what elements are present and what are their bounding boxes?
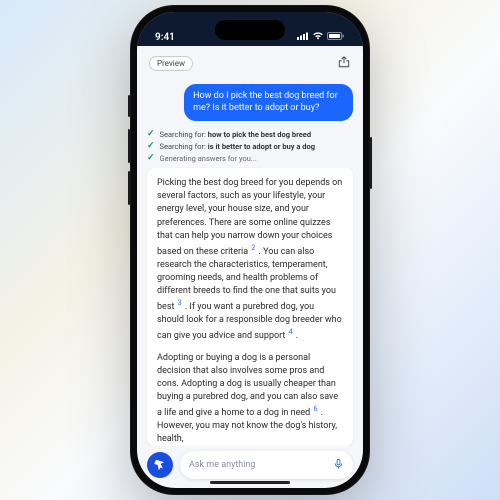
status-prefix: Searching for: xyxy=(160,130,206,139)
battery-icon xyxy=(327,32,345,43)
check-icon: ✓ xyxy=(147,154,155,163)
mic-icon[interactable] xyxy=(333,457,344,474)
citation[interactable]: 3 xyxy=(177,299,183,307)
citation[interactable]: 4 xyxy=(288,328,294,336)
answer-text: . xyxy=(296,331,298,341)
new-topic-button[interactable] xyxy=(147,452,173,478)
phone-frame: 9:41 Preview How do I pick the best dog … xyxy=(130,5,370,495)
clock: 9:41 xyxy=(155,32,175,43)
share-icon[interactable] xyxy=(337,54,351,73)
preview-badge: Preview xyxy=(149,56,193,71)
search-status-list: ✓ Searching for: how to pick the best do… xyxy=(147,130,353,163)
citation[interactable]: 6 xyxy=(312,405,318,413)
side-button xyxy=(128,171,130,205)
status-row: ✓ Searching for: is it better to adopt o… xyxy=(147,142,353,151)
citation[interactable]: 2 xyxy=(250,244,256,252)
top-bar: Preview xyxy=(137,46,363,80)
status-prefix: Searching for: xyxy=(160,142,206,151)
check-icon: ✓ xyxy=(147,142,155,151)
dynamic-island xyxy=(215,20,285,40)
wifi-icon xyxy=(312,32,324,43)
answer-text: Adopting or buying a dog is a personal d… xyxy=(157,353,338,418)
answer-text: . If you want a purebred dog, you should… xyxy=(157,302,342,341)
side-button xyxy=(370,137,372,189)
status-term: is it better to adopt or buy a dog xyxy=(208,142,315,151)
status-term: how to pick the best dog breed xyxy=(208,130,311,139)
side-button xyxy=(128,129,130,163)
status-row: ✓ Generating answers for you... xyxy=(147,154,353,163)
assistant-answer: Picking the best dog breed for you depen… xyxy=(147,168,353,446)
side-button xyxy=(128,95,130,117)
screen: 9:41 Preview How do I pick the best dog … xyxy=(137,12,363,488)
chat-area: How do I pick the best dog breed for me?… xyxy=(137,80,363,446)
check-icon: ✓ xyxy=(147,130,155,139)
ask-input[interactable]: Ask me anything xyxy=(180,451,353,479)
user-message-bubble: How do I pick the best dog breed for me?… xyxy=(184,84,353,121)
home-indicator[interactable] xyxy=(210,481,290,484)
signal-icon xyxy=(297,32,309,43)
ask-placeholder: Ask me anything xyxy=(189,460,333,470)
status-row: ✓ Searching for: how to pick the best do… xyxy=(147,130,353,139)
status-generating: Generating answers for you... xyxy=(160,154,257,163)
